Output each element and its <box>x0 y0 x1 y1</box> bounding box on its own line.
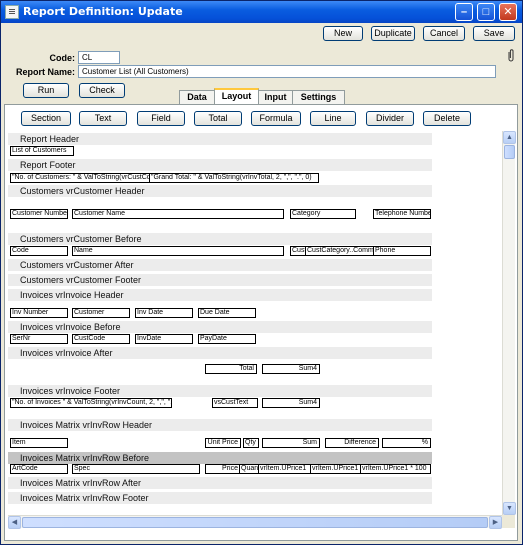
layout-field-box[interactable]: CustCategory..Comment <box>305 246 375 256</box>
layout-text-box[interactable]: Inv Date <box>135 308 193 318</box>
section-band[interactable]: Customers vrCustomer Footer <box>8 274 432 286</box>
code-field[interactable]: CL <box>78 51 120 64</box>
check-button[interactable]: Check <box>79 83 125 98</box>
layout-field-box[interactable]: PayDate <box>198 334 256 344</box>
layout-text-box[interactable]: Difference <box>325 438 379 448</box>
field-button[interactable]: Field <box>137 111 185 126</box>
code-label: Code: <box>49 53 76 63</box>
layout-field-box[interactable]: InvDate <box>135 334 193 344</box>
scroll-up-icon[interactable]: ▲ <box>503 131 516 144</box>
layout-formula-box[interactable]: "No. of Customers: " & ValToString(vrCus… <box>10 173 152 183</box>
paperclip-icon[interactable] <box>506 49 516 63</box>
layout-text-box[interactable]: Due Date <box>198 308 256 318</box>
layout-text-box[interactable]: Customer <box>72 308 130 318</box>
layout-field-box[interactable]: Price <box>205 464 241 474</box>
document-icon <box>5 5 19 19</box>
layout-field-box[interactable]: ArtCode <box>10 464 68 474</box>
section-band[interactable]: Invoices Matrix vrInvRow Header <box>8 419 432 431</box>
tab-input[interactable]: Input <box>258 90 293 104</box>
layout-field-box[interactable]: vsCustText <box>212 398 258 408</box>
section-band[interactable]: Report Footer <box>8 159 432 171</box>
maximize-icon[interactable]: □ <box>477 3 495 21</box>
section-band[interactable]: Invoices vrInvoice Footer <box>8 385 432 397</box>
new-button[interactable]: New <box>323 26 363 41</box>
section-band[interactable]: Invoices vrInvoice Before <box>8 321 432 333</box>
duplicate-button[interactable]: Duplicate <box>371 26 415 41</box>
layout-text-box[interactable]: % <box>382 438 431 448</box>
section-band[interactable]: Invoices vrInvoice After <box>8 347 432 359</box>
total-button[interactable]: Total <box>194 111 242 126</box>
section-button[interactable]: Section <box>21 111 71 126</box>
section-band[interactable]: Invoices Matrix vrInvRow Footer <box>8 492 432 504</box>
report-name-label: Report Name: <box>15 67 75 77</box>
divider-button[interactable]: Divider <box>366 111 414 126</box>
scroll-corner <box>502 515 515 528</box>
window-title: Report Definition: Update <box>23 5 183 18</box>
scroll-right-icon[interactable]: ▶ <box>489 516 502 529</box>
scroll-left-icon[interactable]: ◀ <box>8 516 21 529</box>
layout-text-box[interactable]: Item <box>10 438 68 448</box>
text-button[interactable]: Text <box>79 111 127 126</box>
section-band-selected[interactable]: Invoices Matrix vrInvRow Before <box>8 452 432 464</box>
layout-text-box[interactable]: Qty <box>243 438 259 448</box>
layout-text-box[interactable]: Customer Name <box>72 209 284 219</box>
layout-text-box[interactable]: Sum <box>262 438 320 448</box>
layout-formula-box[interactable]: "No. of Invoices " & ValToString(vrInvCo… <box>10 398 172 408</box>
run-button[interactable]: Run <box>23 83 69 98</box>
formula-button[interactable]: Formula <box>251 111 301 126</box>
section-band[interactable]: Invoices Matrix vrInvRow After <box>8 477 432 489</box>
layout-formula-box[interactable]: vrItem.UPrice1 * 100 <box>360 464 431 474</box>
layout-field-box[interactable]: Phone <box>373 246 431 256</box>
layout-text-box[interactable]: Telephone Number <box>373 209 431 219</box>
title-bar[interactable]: Report Definition: Update – □ ✕ <box>1 1 522 23</box>
layout-total-box[interactable]: Sum4 <box>262 364 320 374</box>
section-band[interactable]: Report Header <box>8 133 432 145</box>
section-band[interactable]: Customers vrCustomer After <box>8 259 432 271</box>
minimize-icon[interactable]: – <box>455 3 473 21</box>
layout-text-box[interactable]: Unit Price <box>205 438 241 448</box>
layout-field-box[interactable]: CustCode <box>72 334 130 344</box>
layout-canvas[interactable]: Report Header List of Customers Report F… <box>8 131 502 515</box>
tab-layout[interactable]: Layout <box>214 88 259 105</box>
layout-text-box[interactable]: List of Customers <box>10 146 74 156</box>
layout-text-box[interactable]: Category <box>290 209 356 219</box>
delete-button[interactable]: Delete <box>423 111 471 126</box>
layout-total-box[interactable]: Sum4 <box>262 398 320 408</box>
tab-data[interactable]: Data <box>179 90 215 104</box>
cancel-button[interactable]: Cancel <box>423 26 465 41</box>
section-band[interactable]: Customers vrCustomer Before <box>8 233 432 245</box>
section-band[interactable]: Customers vrCustomer Header <box>8 185 432 197</box>
tab-settings[interactable]: Settings <box>292 90 345 104</box>
close-icon[interactable]: ✕ <box>499 3 517 21</box>
vertical-scrollbar[interactable]: ▲ ▼ <box>502 131 516 515</box>
layout-text-box[interactable]: Total <box>205 364 257 374</box>
layout-field-box[interactable]: Quant <box>239 464 259 474</box>
layout-field-box[interactable]: Name <box>72 246 284 256</box>
report-name-field[interactable]: Customer List (All Customers) <box>78 65 496 78</box>
save-button[interactable]: Save <box>473 26 515 41</box>
horizontal-scrollbar[interactable]: ◀ ▶ <box>8 515 502 529</box>
layout-text-box[interactable]: Inv Number <box>10 308 68 318</box>
layout-text-box[interactable]: Customer Number <box>10 209 68 219</box>
section-band[interactable]: Invoices vrInvoice Header <box>8 289 432 301</box>
horizontal-scroll-thumb[interactable] <box>22 517 488 528</box>
layout-field-box[interactable]: Code <box>10 246 68 256</box>
layout-field-box[interactable]: CustCat <box>290 246 306 256</box>
scroll-down-icon[interactable]: ▼ <box>503 502 516 515</box>
layout-formula-box[interactable]: "Grand Total: " & ValToString(vrInvTotal… <box>149 173 319 183</box>
report-definition-window: Report Definition: Update – □ ✕ New Dupl… <box>0 0 523 545</box>
vertical-scroll-thumb[interactable] <box>504 145 515 159</box>
line-button[interactable]: Line <box>310 111 356 126</box>
layout-field-box[interactable]: SerNr <box>10 334 68 344</box>
layout-field-box[interactable]: Spec <box>72 464 200 474</box>
